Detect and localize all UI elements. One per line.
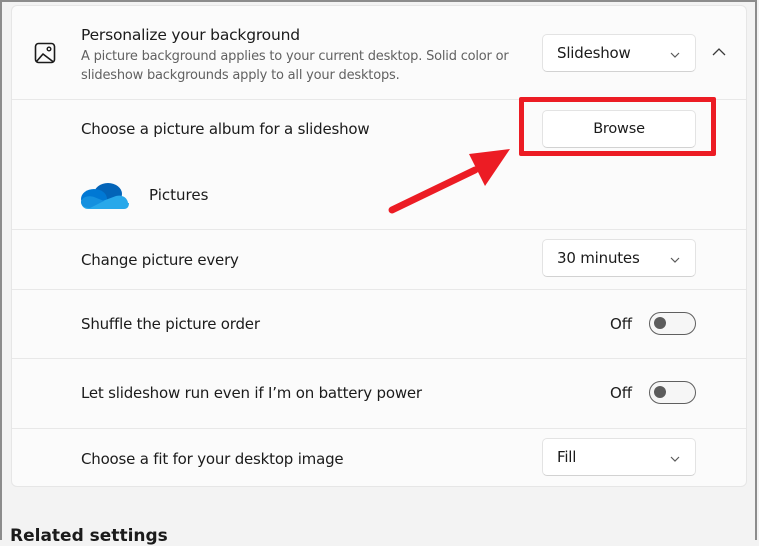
change-picture-row: Change picture every 30 minutes	[12, 230, 746, 289]
picture-icon	[34, 42, 56, 64]
chevron-down-icon	[669, 252, 681, 264]
personalize-background-row[interactable]: Personalize your background A picture ba…	[12, 6, 746, 99]
battery-toggle[interactable]	[649, 381, 696, 404]
related-settings-heading: Related settings	[10, 526, 168, 546]
battery-row: Let slideshow run even if I’m on battery…	[12, 359, 746, 428]
change-picture-select[interactable]: 30 minutes	[542, 239, 696, 277]
toggle-knob	[654, 317, 666, 329]
section-description: A picture background applies to your cur…	[81, 49, 509, 83]
background-type-select[interactable]: Slideshow	[542, 34, 696, 72]
fit-value: Fill	[557, 448, 577, 466]
toggle-knob	[654, 386, 666, 398]
change-picture-value: 30 minutes	[557, 249, 640, 267]
battery-label: Let slideshow run even if I’m on battery…	[81, 384, 422, 402]
onedrive-cloud-icon	[80, 181, 130, 211]
section-title: Personalize your background	[81, 26, 300, 44]
background-type-value: Slideshow	[557, 44, 631, 62]
shuffle-toggle[interactable]	[649, 312, 696, 335]
album-folder-item[interactable]: Pictures	[80, 178, 280, 212]
shuffle-row: Shuffle the picture order Off	[12, 290, 746, 358]
shuffle-label: Shuffle the picture order	[81, 315, 260, 333]
fit-select[interactable]: Fill	[542, 438, 696, 476]
chevron-up-icon[interactable]	[711, 44, 727, 60]
background-settings-card: Personalize your background A picture ba…	[11, 5, 747, 487]
chevron-down-icon	[669, 451, 681, 463]
album-folder-name: Pictures	[149, 186, 209, 204]
chevron-down-icon	[669, 47, 681, 59]
fit-label: Choose a fit for your desktop image	[81, 450, 344, 468]
battery-state: Off	[610, 384, 633, 402]
fit-row: Choose a fit for your desktop image Fill	[12, 429, 746, 487]
change-picture-label: Change picture every	[81, 251, 239, 269]
annotation-arrow-icon	[388, 149, 510, 214]
annotation-highlight-box	[519, 97, 716, 156]
album-label: Choose a picture album for a slideshow	[81, 120, 370, 138]
shuffle-state: Off	[610, 315, 633, 333]
